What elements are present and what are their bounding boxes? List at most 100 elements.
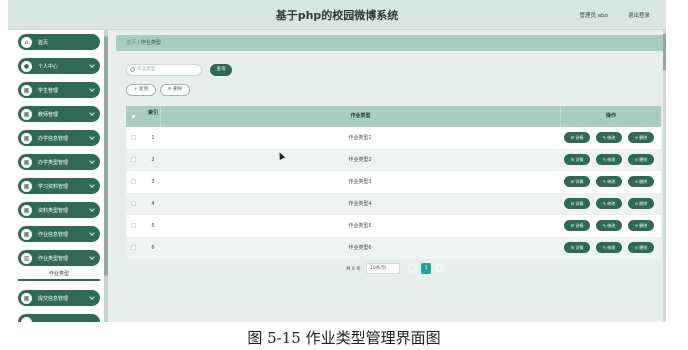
row-type: 作业类型3 — [348, 179, 372, 185]
row-actions: ☰ 详情 ✎ 修改 ⊝ 删除 — [564, 242, 659, 254]
row-delete-button[interactable]: ⊝ 删除 — [628, 154, 654, 165]
breadcrumb-current: 作业类型 — [140, 40, 161, 46]
sidebar-item-label: 首页 — [38, 39, 49, 46]
column-header-type: 作业类型 — [160, 106, 560, 127]
detail-button[interactable]: ☰ 详情 — [564, 132, 590, 143]
edit-button[interactable]: ✎ 修改 — [596, 198, 622, 209]
detail-button[interactable]: ☰ 详情 — [564, 198, 590, 209]
sidebar-item-homework-info[interactable]: ▦ 作业信息管理 — [18, 226, 100, 242]
sidebar-item-materials[interactable]: ▦ 学习资料管理 — [18, 178, 100, 194]
row-delete-button[interactable]: ⊝ 删除 — [628, 132, 654, 143]
search-button[interactable]: 查询 — [210, 64, 232, 76]
sidebar-scroll-thumb[interactable] — [104, 36, 108, 276]
edit-button[interactable]: ✎ 修改 — [596, 242, 622, 253]
page-scroll-thumb[interactable] — [663, 34, 666, 70]
select-all-checkbox[interactable] — [131, 114, 136, 119]
chevron-down-icon — [89, 182, 95, 188]
breadcrumb-home[interactable]: 首页 — [126, 40, 136, 46]
chart-icon: ▥ — [21, 252, 32, 264]
detail-button[interactable]: ☰ 详情 — [564, 176, 590, 187]
row-checkbox[interactable] — [131, 135, 136, 140]
row-index: 4 — [151, 201, 155, 207]
grid-icon: ▦ — [21, 228, 32, 240]
row-checkbox[interactable] — [131, 201, 136, 206]
sidebar-item-profile[interactable]: ● 个人中心 — [18, 58, 100, 74]
page-scrollbar[interactable] — [663, 30, 666, 322]
chevron-down-icon — [89, 158, 95, 164]
logout-link[interactable]: 退出登录 — [628, 11, 650, 19]
row-type: 作业类型1 — [348, 135, 372, 141]
row-type: 作业类型6 — [348, 245, 372, 251]
row-actions: ☰ 详情 ✎ 修改 ⊝ 删除 — [564, 132, 659, 144]
sidebar-item-home[interactable]: ⌂ 首页 — [18, 34, 100, 50]
row-index: 2 — [151, 157, 155, 163]
grid-icon: ▦ — [21, 108, 32, 120]
table-row: 4 作业类型4 ☰ 详情 ✎ 修改 ⊝ 删除 — [126, 193, 661, 215]
breadcrumb-separator: / — [137, 40, 140, 46]
row-delete-button[interactable]: ⊝ 删除 — [628, 242, 654, 253]
sidebar-item-school-type[interactable]: ▦ 办学类型管理 — [18, 154, 100, 170]
sidebar-item-teachers[interactable]: ▦ 教师管理 — [18, 106, 100, 122]
column-header-actions: 操作 — [560, 106, 661, 127]
chevron-down-icon — [89, 110, 95, 116]
table-header: 索引 作业类型 操作 — [126, 106, 661, 127]
sidebar-item-material-type[interactable]: ▦ 资料类型管理 — [18, 202, 100, 218]
row-delete-button[interactable]: ⊝ 删除 — [628, 198, 654, 209]
edit-button[interactable]: ✎ 修改 — [596, 176, 622, 187]
sidebar-item-school-info[interactable]: ▦ 办学信息管理 — [18, 130, 100, 146]
sidebar-item-label: 提交信息管理 — [38, 295, 69, 302]
grid-icon: ▦ — [21, 84, 32, 96]
row-checkbox[interactable] — [131, 223, 136, 228]
sidebar-item-label: 办学信息管理 — [38, 135, 69, 142]
app-title: 基于php的校园微博系统 — [275, 9, 399, 22]
chevron-down-icon — [89, 254, 95, 260]
pagination-total: 共 6 条 — [346, 267, 361, 272]
row-checkbox[interactable] — [131, 179, 136, 184]
edit-button[interactable]: ✎ 修改 — [596, 220, 622, 231]
row-actions: ☰ 详情 ✎ 修改 ⊝ 删除 — [564, 198, 659, 210]
search-icon — [130, 67, 135, 72]
detail-button[interactable]: ☰ 详情 — [564, 242, 590, 253]
grid-icon — [21, 316, 32, 322]
detail-button[interactable]: ☰ 详情 — [564, 154, 590, 165]
chevron-down-icon — [89, 230, 95, 236]
sidebar-item-homework-type[interactable]: ▥ 作业类型管理 — [18, 250, 100, 266]
search-input[interactable]: 作业类型 — [126, 64, 202, 76]
table-row: 1 作业类型1 ☰ 详情 ✎ 修改 ⊝ 删除 — [126, 127, 661, 149]
top-bar: 基于php的校园微博系统 管理员 abo 退出登录 — [8, 0, 666, 30]
current-user: 管理员 abo — [579, 13, 608, 19]
prev-page-button[interactable]: ‹ — [408, 264, 417, 273]
sidebar-item-students[interactable]: ▦ 学生管理 — [18, 82, 100, 98]
sidebar: ⌂ 首页 ● 个人中心 ▦ 学生管理 ▦ 教师管理 ▦ 办学信息管理 ▦ 办学类… — [8, 30, 104, 322]
row-index: 6 — [151, 245, 155, 251]
page-size-select[interactable]: 10条/页 — [366, 263, 400, 274]
row-index: 1 — [151, 135, 155, 141]
detail-button[interactable]: ☰ 详情 — [564, 220, 590, 231]
edit-button[interactable]: ✎ 修改 — [596, 154, 622, 165]
table-row: 2 作业类型2 ☰ 详情 ✎ 修改 ⊝ 删除 — [126, 149, 661, 171]
row-checkbox[interactable] — [131, 157, 136, 162]
grid-icon: ▦ — [21, 132, 32, 144]
row-checkbox[interactable] — [131, 245, 136, 250]
grid-icon: ▦ — [21, 180, 32, 192]
sidebar-item-more[interactable] — [18, 314, 100, 322]
table-row: 6 作业类型6 ☰ 详情 ✎ 修改 ⊝ 删除 — [126, 237, 661, 259]
row-delete-button[interactable]: ⊝ 删除 — [628, 176, 654, 187]
chevron-down-icon — [89, 206, 95, 212]
delete-button[interactable]: ⊝ 删除 — [160, 84, 190, 96]
search-placeholder: 作业类型 — [137, 67, 155, 72]
add-button[interactable]: + 新增 — [126, 84, 156, 96]
sidebar-item-label: 作业信息管理 — [38, 231, 69, 238]
edit-button[interactable]: ✎ 修改 — [596, 132, 622, 143]
row-delete-button[interactable]: ⊝ 删除 — [628, 220, 654, 231]
row-index: 5 — [151, 223, 155, 229]
next-page-button[interactable]: › — [435, 264, 444, 273]
pagination: 共 6 条 10条/页 ‹ 1 › — [346, 263, 546, 275]
page-1-button[interactable]: 1 — [421, 263, 431, 274]
sidebar-item-label: 教师管理 — [38, 111, 59, 118]
sidebar-subitem-homework-type[interactable]: 作业类型 — [18, 268, 100, 281]
sidebar-item-submissions[interactable]: ▦ 提交信息管理 — [18, 290, 100, 306]
row-type: 作业类型2 — [348, 157, 372, 163]
chevron-down-icon — [89, 294, 95, 300]
person-icon: ● — [21, 60, 32, 72]
